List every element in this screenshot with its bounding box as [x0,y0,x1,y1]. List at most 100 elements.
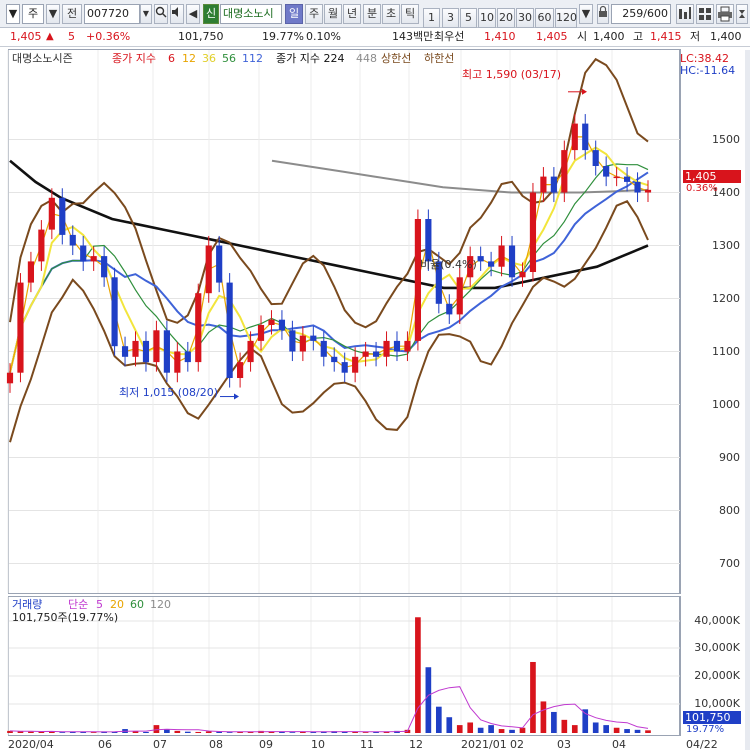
candle-body [38,229,45,262]
volume-bar [519,727,526,733]
candle-body [111,277,118,347]
candle-body [80,245,87,262]
candle-body [634,181,641,193]
volume-bar [425,667,432,733]
volume-bar [28,731,34,733]
price-y-tick: 700 [719,556,740,570]
x-axis-tick: 02 [510,738,524,750]
candle-body [310,335,317,341]
legend-ma112: 112 [242,52,263,65]
x-axis-tick: 07 [153,738,167,750]
candle-body [603,166,610,177]
candle-body [268,319,275,325]
legend-ma36: 36 [202,52,216,65]
candle-body [101,256,108,278]
volume-y-tick: 10,000K [694,697,740,710]
legend-upper: 상한선 [381,52,412,65]
candle-body [216,245,223,283]
candle-body [153,330,160,363]
vol-legend-ma-label: 단순 [68,598,89,611]
candle-body [477,256,484,262]
candle-body [488,261,495,267]
volume-bar [477,727,484,733]
volume-bar [509,729,515,733]
candle-body [362,351,369,357]
volume-y-tick: 40,000K [694,614,740,627]
candle-body [508,245,516,278]
volume-bar [488,725,494,733]
volume-bar [195,731,202,733]
volume-bar [456,725,463,733]
candle-body [257,325,265,341]
candle-body [226,282,233,378]
candle-body [247,340,254,363]
legend-ma448: 448 [356,52,377,65]
chart-svg [6,50,680,735]
vol-legend-name: 거래량 [12,598,43,611]
volume-bar [467,722,474,733]
volume-bar [603,725,609,733]
candle-body [582,123,589,151]
legend-ma6: 6 [168,52,175,65]
x-axis-tick: 10 [311,738,325,750]
candle-body [299,335,306,352]
candle-body [174,351,181,373]
x-axis-tick: 12 [409,738,423,750]
x-axis-tick: 09 [259,738,273,750]
volume-bar [592,722,599,733]
candle-body [561,150,568,193]
volume-bar [153,725,160,733]
candle-body [121,346,129,357]
candle-body [456,277,463,315]
volume-bar [362,732,369,733]
x-axis-tick: 2021/01 [461,738,507,750]
candle-body [550,176,557,193]
price-y-tick: 1300 [712,238,740,252]
candle-body [69,234,76,246]
volume-bar [143,731,149,733]
candle-body [571,123,578,151]
candle-body [540,176,547,193]
legend-ma56: 56 [222,52,236,65]
vol-legend-ma60: 60 [130,598,144,611]
legend-lower: 하한선 [424,52,455,65]
legend-ma224: 종가 지수 224 [276,52,345,65]
candle-body [48,197,55,230]
x-axis-tick: 04 [612,738,626,750]
volume-bar [498,729,505,733]
volume-bar [530,661,536,733]
x-axis-tick: 2020/04 [8,738,54,750]
legend-name: 대명소노시즌 [12,52,73,65]
volume-bar [446,717,453,733]
volume-bar [38,731,45,733]
volume-bar [435,706,442,733]
candle-body [289,330,296,352]
volume-bar [226,732,233,733]
volume-bar [90,732,97,733]
volume-bar [205,731,212,733]
volume-bar [415,617,421,733]
candle-body [592,150,599,166]
volume-bar [551,711,557,733]
volume-y-tick: 30,000K [694,641,740,654]
vol-legend-current: 101,750주(19.77%) [12,611,119,624]
price-y-tick: 800 [719,503,740,517]
candle-body [90,256,97,262]
candle-body [17,282,24,373]
candle-body [341,362,348,373]
candle-body [613,176,620,179]
candle-body [623,176,631,182]
candle-body [278,319,286,331]
candle-body [519,272,526,278]
vertical-scrollbar[interactable] [745,50,750,750]
candle-body [237,362,244,378]
current-change-tag: 0.36% [686,183,718,194]
ma448-line [271,159,649,194]
price-y-tick: 1500 [712,132,740,146]
volume-bar [540,701,547,733]
volume-bar [624,729,630,733]
legend-ma-label: 종가 지수 [112,52,156,65]
candle-body [331,356,338,363]
candle-body [414,219,421,341]
x-axis-end-label: 04/22 [686,738,718,750]
